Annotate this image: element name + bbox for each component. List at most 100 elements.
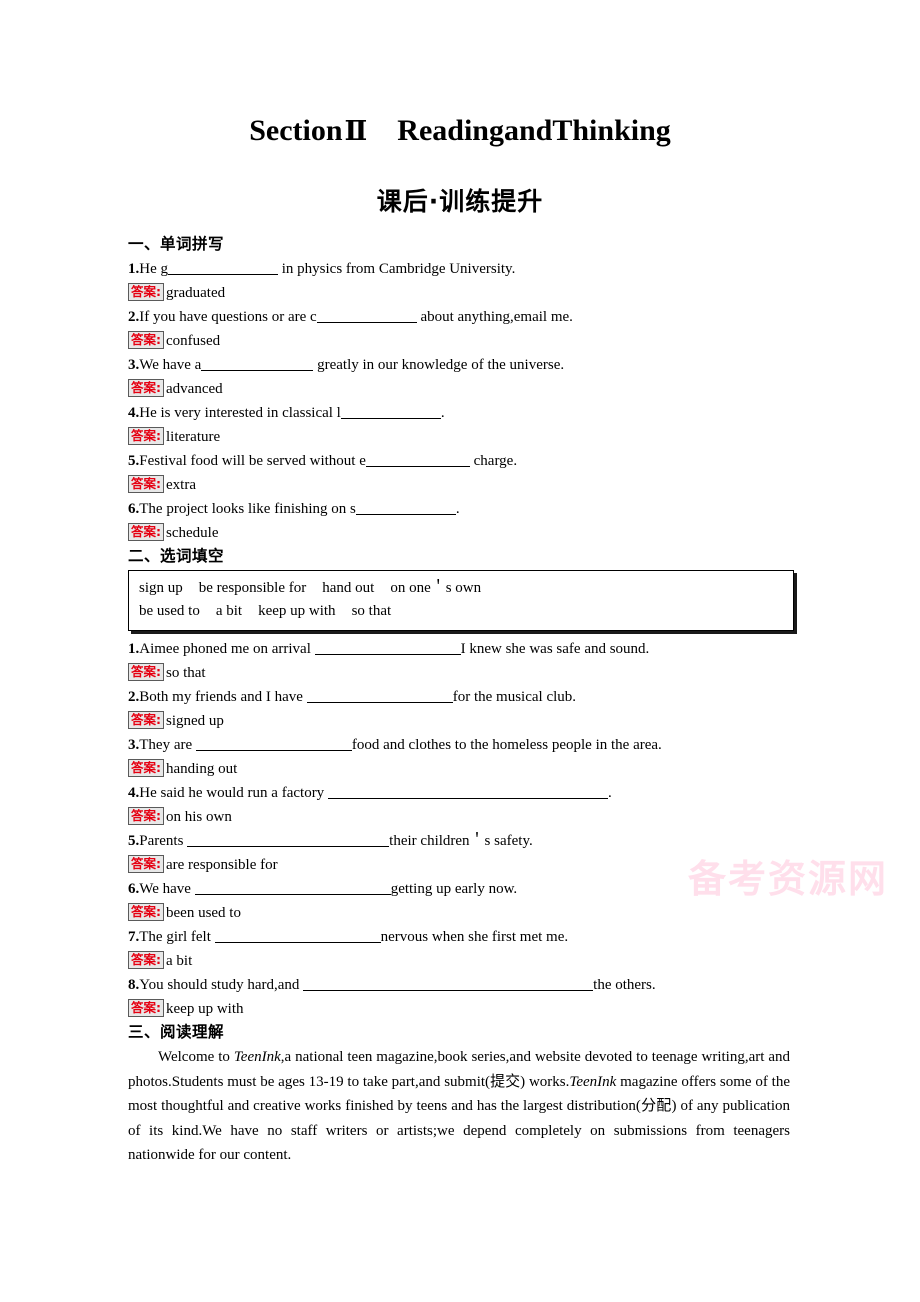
question-item: 6.The project looks like finishing on s. <box>128 497 800 521</box>
answer-line: 答案: advanced <box>128 377 800 401</box>
question-text-after: the others. <box>593 977 656 993</box>
answer-value: so that <box>166 665 206 681</box>
answer-blank[interactable] <box>314 640 461 655</box>
answer-line: 答案: signed up <box>128 709 800 733</box>
answer-tag: 答案: <box>128 807 164 825</box>
question-item: 1.He g in physics from Cambridge Univers… <box>128 257 800 281</box>
answer-blank[interactable] <box>327 784 608 799</box>
question-item: 6.We have getting up early now. <box>128 877 800 901</box>
question-number: 4. <box>128 785 140 801</box>
answer-value: on his own <box>166 809 232 825</box>
answer-value: handing out <box>166 761 238 777</box>
answer-tag: 答案: <box>128 523 164 541</box>
answer-blank[interactable] <box>365 452 470 467</box>
question-number: 1. <box>128 641 140 657</box>
page-title: SectionⅡ ReadingandThinking <box>0 114 920 148</box>
question-number: 5. <box>128 833 140 849</box>
question-number: 2. <box>128 309 140 325</box>
question-text-before: We have a <box>139 357 202 373</box>
question-text-before: Aimee phoned me on arrival <box>139 641 315 657</box>
word-bank-item: keep up with <box>258 603 336 619</box>
worksheet-content: 一、单词拼写 1.He g in physics from Cambridge … <box>128 233 800 1168</box>
word-bank-item: be responsible for <box>198 580 307 596</box>
answer-value: keep up with <box>166 1001 244 1017</box>
answer-value: a bit <box>166 953 193 969</box>
question-number: 6. <box>128 501 140 517</box>
word-bank-item: so that <box>351 603 392 619</box>
question-text-before: If you have questions or are c <box>139 309 317 325</box>
worksheet-page: 备考资源网 SectionⅡ ReadingandThinking 课后·训练提升… <box>0 0 920 1302</box>
answer-line: 答案: so that <box>128 661 800 685</box>
question-item: 3.We have a greatly in our knowledge of … <box>128 353 800 377</box>
question-text-after: greatly in our knowledge of the universe… <box>313 357 565 373</box>
question-item: 2.If you have questions or are c about a… <box>128 305 800 329</box>
section-heading-reading: 三、阅读理解 <box>128 1023 225 1041</box>
section-heading-word-bank: 二、选词填空 <box>128 547 225 565</box>
question-text-before: You should study hard,and <box>139 977 304 993</box>
answer-blank[interactable] <box>303 976 594 991</box>
question-text-after: about anything,email me. <box>416 309 573 325</box>
answer-blank[interactable] <box>306 688 453 703</box>
answer-blank[interactable] <box>316 308 417 323</box>
question-number: 2. <box>128 689 140 705</box>
answer-value: signed up <box>166 713 224 729</box>
answer-tag: 答案: <box>128 999 164 1017</box>
answer-tag: 答案: <box>128 331 164 349</box>
question-item: 3.They are food and clothes to the homel… <box>128 733 800 757</box>
question-text-after: in physics from Cambridge University. <box>278 261 516 277</box>
word-bank-box: sign up be responsible for hand out on one＇… <box>128 570 794 631</box>
question-text-after: getting up early now. <box>390 881 518 897</box>
answer-line: 答案: handing out <box>128 757 800 781</box>
word-bank-row: be used to a bit keep up with so that <box>139 600 783 623</box>
section-label: Section <box>249 114 343 147</box>
answer-blank[interactable] <box>355 500 456 515</box>
answer-line: 答案: on his own <box>128 805 800 829</box>
answer-blank[interactable] <box>187 832 390 847</box>
question-text-before: He said he would run a factory <box>139 785 328 801</box>
section-number: Ⅱ <box>344 116 368 146</box>
question-text-after: food and clothes to the homeless people … <box>351 737 662 753</box>
word-bank-row: sign up be responsible for hand out on one＇… <box>139 577 783 600</box>
answer-value: confused <box>166 333 221 349</box>
question-text-after: their children＇s safety. <box>389 833 533 849</box>
answer-tag: 答案: <box>128 951 164 969</box>
question-item: 5.Festival food will be served without e… <box>128 449 800 473</box>
answer-line: 答案: extra <box>128 473 800 497</box>
question-number: 5. <box>128 453 140 469</box>
answer-blank[interactable] <box>214 928 381 943</box>
answer-blank[interactable] <box>194 880 391 895</box>
answer-tag: 答案: <box>128 283 164 301</box>
answer-value: are responsible for <box>166 857 278 873</box>
passage-part-italic: TeenInk <box>233 1049 281 1065</box>
question-item: 2.Both my friends and I have for the mus… <box>128 685 800 709</box>
word-bank-item: on one＇s own <box>390 580 482 596</box>
question-item: 1.Aimee phoned me on arrival I knew she … <box>128 637 800 661</box>
question-text-before: Parents <box>139 833 188 849</box>
answer-tag: 答案: <box>128 759 164 777</box>
question-text-after: . <box>440 405 445 421</box>
answer-tag: 答案: <box>128 903 164 921</box>
question-item: 4.He is very interested in classical l. <box>128 401 800 425</box>
question-number: 6. <box>128 881 140 897</box>
answer-tag: 答案: <box>128 663 164 681</box>
question-text-after: nervous when she first met me. <box>380 929 569 945</box>
question-text-after: . <box>607 785 612 801</box>
answer-blank[interactable] <box>340 404 441 419</box>
answer-line: 答案: keep up with <box>128 997 800 1021</box>
answer-line: 答案: graduated <box>128 281 800 305</box>
question-text-before: We have <box>139 881 195 897</box>
question-text-before: The project looks like finishing on s <box>139 501 356 517</box>
question-text-after: I knew she was safe and sound. <box>460 641 650 657</box>
question-item: 5.Parents their children＇s safety. <box>128 829 800 853</box>
question-text-after: for the musical club. <box>452 689 577 705</box>
word-bank-item: be used to <box>139 603 200 619</box>
question-number: 8. <box>128 977 140 993</box>
answer-blank[interactable] <box>195 736 352 751</box>
answer-line: 答案: a bit <box>128 949 800 973</box>
question-number: 1. <box>128 261 140 277</box>
answer-blank[interactable] <box>201 356 314 371</box>
section-title: ReadingandThinking <box>397 114 671 147</box>
question-number: 4. <box>128 405 140 421</box>
page-subtitle: 课后·训练提升 <box>376 187 544 216</box>
answer-blank[interactable] <box>168 260 278 275</box>
